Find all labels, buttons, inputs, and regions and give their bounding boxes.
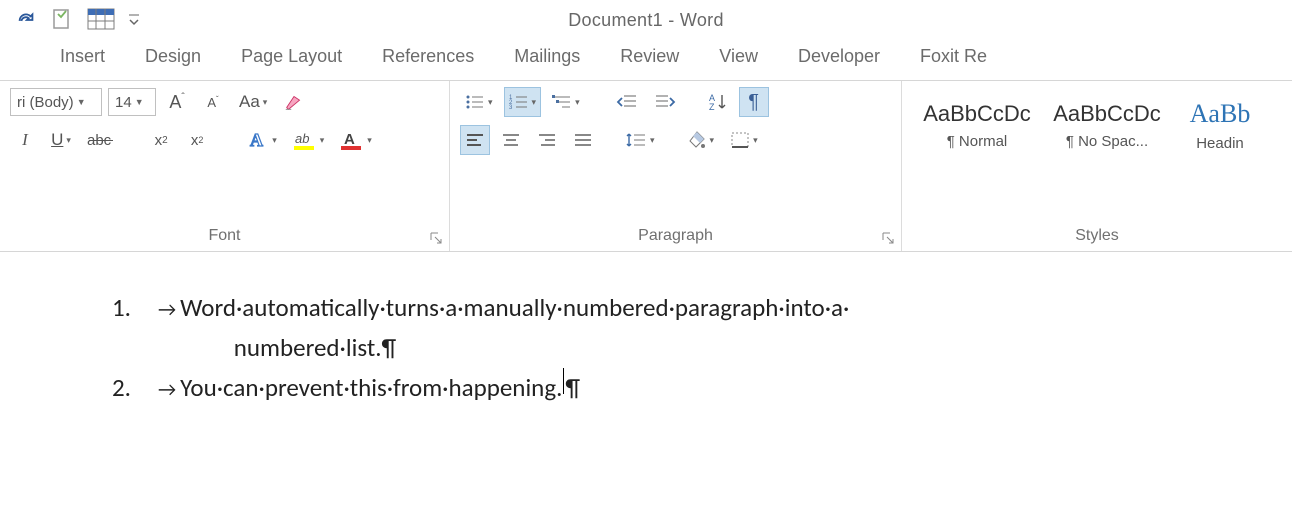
shrink-font-button[interactable]: Aˇ bbox=[198, 87, 228, 117]
font-size-combo[interactable]: 14 ▼ bbox=[108, 88, 156, 116]
tab-view[interactable]: View bbox=[719, 46, 758, 67]
tab-page-layout[interactable]: Page Layout bbox=[241, 46, 342, 67]
window-title: Document1 - Word bbox=[0, 10, 1292, 31]
svg-text:ab: ab bbox=[295, 131, 309, 146]
svg-text:Z: Z bbox=[709, 102, 715, 112]
font-name-combo[interactable]: ri (Body) ▼ bbox=[10, 88, 102, 116]
ribbon-tabs: Insert Design Page Layout References Mai… bbox=[0, 40, 1292, 80]
style-normal[interactable]: AaBbCcDc ¶ Normal bbox=[912, 87, 1042, 163]
bullets-button[interactable]: ▾ bbox=[460, 87, 498, 117]
tab-mailings[interactable]: Mailings bbox=[514, 46, 580, 67]
font-dialog-launcher[interactable] bbox=[429, 231, 443, 245]
group-font: ri (Body) ▼ 14 ▼ Aˆ Aˇ Aa▾ I U▾ abc x2 bbox=[0, 81, 450, 251]
document-body[interactable]: 1. Word·automatically·turns·a·manually·n… bbox=[0, 252, 1292, 408]
show-hide-marks-button[interactable]: ¶ bbox=[739, 87, 769, 117]
font-size-value: 14 bbox=[115, 94, 132, 111]
style-no-spacing[interactable]: AaBbCcDc ¶ No Spac... bbox=[1042, 87, 1172, 163]
font-color-button[interactable]: A▾ bbox=[335, 125, 377, 155]
style-name: ¶ No Spac... bbox=[1066, 133, 1148, 150]
grow-font-button[interactable]: Aˆ bbox=[162, 87, 192, 117]
tab-review[interactable]: Review bbox=[620, 46, 679, 67]
style-sample: AaBbCcDc bbox=[1053, 101, 1161, 127]
increase-indent-button[interactable] bbox=[649, 87, 681, 117]
list-number: 1. bbox=[112, 288, 158, 328]
tab-developer[interactable]: Developer bbox=[798, 46, 880, 67]
svg-text:3: 3 bbox=[509, 105, 513, 111]
pilcrow-icon: ¶ bbox=[565, 368, 580, 408]
borders-button[interactable]: ▾ bbox=[725, 125, 763, 155]
decrease-indent-button[interactable] bbox=[611, 87, 643, 117]
group-label-styles: Styles bbox=[912, 223, 1282, 251]
body-text: Word·automatically·turns·a·manually·numb… bbox=[180, 288, 849, 328]
style-sample: AaBbCcDc bbox=[923, 101, 1031, 127]
tab-foxit[interactable]: Foxit Re bbox=[920, 46, 987, 67]
body-text-continuation: numbered·list.¶ bbox=[112, 328, 1292, 368]
svg-text:A: A bbox=[250, 130, 263, 150]
underline-button[interactable]: U▾ bbox=[46, 125, 76, 155]
list-item: 1. Word·automatically·turns·a·manually·n… bbox=[112, 288, 1292, 328]
redo-button[interactable] bbox=[8, 9, 44, 31]
ribbon: ri (Body) ▼ 14 ▼ Aˆ Aˇ Aa▾ I U▾ abc x2 bbox=[0, 80, 1292, 252]
align-right-button[interactable] bbox=[532, 125, 562, 155]
group-styles: AaBbCcDc ¶ Normal AaBbCcDc ¶ No Spac... … bbox=[902, 81, 1292, 251]
tab-insert[interactable]: Insert bbox=[60, 46, 105, 67]
sort-button[interactable]: AZ bbox=[703, 87, 733, 117]
italic-button[interactable]: I bbox=[10, 125, 40, 155]
multilevel-list-button[interactable]: ▾ bbox=[547, 87, 585, 117]
tab-references[interactable]: References bbox=[382, 46, 474, 67]
subscript-button[interactable]: x2 bbox=[146, 125, 176, 155]
text-cursor bbox=[563, 368, 564, 394]
chevron-down-icon: ▼ bbox=[135, 97, 144, 107]
clear-formatting-button[interactable] bbox=[278, 87, 310, 117]
align-center-button[interactable] bbox=[496, 125, 526, 155]
shading-button[interactable]: ▾ bbox=[682, 125, 720, 155]
style-name: ¶ Normal bbox=[947, 133, 1008, 150]
style-sample: AaBb bbox=[1190, 99, 1251, 129]
group-label-paragraph: Paragraph bbox=[460, 223, 891, 251]
tab-design[interactable]: Design bbox=[145, 46, 201, 67]
font-name-value: ri (Body) bbox=[17, 94, 74, 111]
body-text: You·can·prevent·this·from·happening. bbox=[180, 368, 562, 408]
style-name: Headin bbox=[1196, 135, 1244, 152]
tab-mark-icon bbox=[158, 288, 180, 328]
superscript-button[interactable]: x2 bbox=[182, 125, 212, 155]
align-left-button[interactable] bbox=[460, 125, 490, 155]
highlight-color-button[interactable]: ab▾ bbox=[288, 125, 330, 155]
text-effects-button[interactable]: A▾ bbox=[242, 125, 282, 155]
strikethrough-button[interactable]: abc bbox=[82, 125, 140, 155]
change-case-button[interactable]: Aa▾ bbox=[234, 87, 272, 117]
style-heading[interactable]: AaBb Headin bbox=[1172, 87, 1268, 163]
task-pane-button[interactable] bbox=[44, 8, 80, 32]
qat-customize-icon[interactable] bbox=[128, 13, 140, 27]
numbering-button[interactable]: 123▾ bbox=[504, 87, 542, 117]
group-label-font: Font bbox=[10, 223, 439, 251]
justify-button[interactable] bbox=[568, 125, 598, 155]
paragraph-dialog-launcher[interactable] bbox=[881, 231, 895, 245]
quick-access-toolbar: Document1 - Word bbox=[0, 0, 1292, 40]
chevron-down-icon: ▼ bbox=[77, 97, 86, 107]
list-item: 2. You·can·prevent·this·from·happening.¶ bbox=[112, 368, 1292, 408]
tab-mark-icon bbox=[158, 368, 180, 408]
svg-text:A: A bbox=[344, 131, 355, 148]
line-spacing-button[interactable]: ▾ bbox=[620, 125, 660, 155]
list-number: 2. bbox=[112, 368, 158, 408]
table-button[interactable] bbox=[80, 8, 124, 32]
group-paragraph: ▾ 123▾ ▾ AZ bbox=[450, 81, 902, 251]
